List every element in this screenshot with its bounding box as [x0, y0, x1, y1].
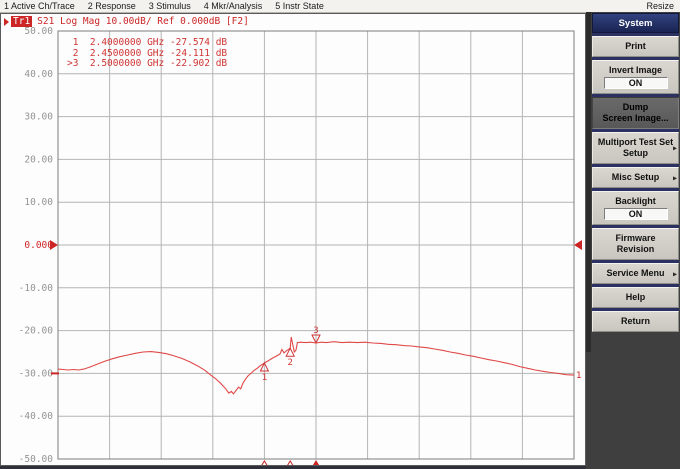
y-axis-label: -30.00 — [19, 368, 54, 379]
y-axis-label: -40.00 — [19, 411, 54, 422]
trace-format-text: S21 Log Mag 10.00dB/ Ref 0.000dB [F2] — [37, 16, 249, 27]
softkey-panel: System PrintInvert ImageONDumpScreen Ima… — [586, 12, 680, 469]
softkey-invert-image[interactable]: Invert ImageON — [592, 60, 679, 94]
trace-id-badge: Tr1 — [11, 16, 32, 27]
softkey-return[interactable]: Return — [592, 311, 679, 332]
menu-item-1[interactable]: 1 Active Ch/Trace — [4, 0, 75, 12]
ref-level-right-icon — [574, 240, 582, 250]
softkey-state-invert-image: ON — [604, 77, 668, 89]
y-axis-label: 10.00 — [24, 197, 53, 208]
softkey-dump-screen-image[interactable]: DumpScreen Image... — [592, 97, 679, 129]
menu-bar: 1 Active Ch/Trace 2 Response 3 Stimulus 4 M… — [0, 0, 680, 13]
trace-end-label: 1 — [576, 371, 581, 381]
trace-status-line: Tr1 S21 Log Mag 10.00dB/ Ref 0.000dB [F2… — [4, 15, 249, 28]
submenu-arrow-icon: ▸ — [673, 143, 677, 154]
menu-item-3[interactable]: 3 Stimulus — [149, 0, 191, 12]
softkey-label: Help — [595, 292, 676, 303]
softkey-label: Multiport Test Set — [595, 137, 676, 148]
softkey-print[interactable]: Print — [592, 36, 679, 57]
marker-readout-table: 1 2.4000000 GHz -27.574 dB 2 2.4500000 G… — [67, 38, 227, 70]
softkey-backlight[interactable]: BacklightON — [592, 191, 679, 225]
active-trace-arrow-icon — [4, 18, 9, 26]
softkey-misc-setup[interactable]: Misc Setup▸ — [592, 167, 679, 188]
trace-start-tick — [51, 372, 59, 374]
softkey-label: Screen Image... — [595, 113, 676, 124]
y-axis-label: 40.00 — [24, 69, 53, 80]
softkey-label: Dump — [595, 102, 676, 113]
panel-edge-notch — [586, 12, 591, 352]
marker-axis-indicator-2 — [285, 461, 295, 465]
softkey-label: Setup — [595, 148, 676, 159]
y-axis-label: 30.00 — [24, 112, 53, 123]
submenu-arrow-icon: ▸ — [673, 268, 677, 279]
y-axis-label: -20.00 — [19, 326, 54, 337]
analyzer-screen: 50.0040.0030.0020.0010.000.000-10.00-20.… — [0, 13, 586, 466]
softkey-menu-title: System — [592, 13, 679, 33]
marker-readout-row-3: >3 2.5000000 GHz -22.902 dB — [67, 59, 227, 70]
softkey-label: Return — [595, 316, 676, 327]
softkey-column: System PrintInvert ImageONDumpScreen Ima… — [592, 13, 679, 332]
marker-1-label: 1 — [262, 373, 267, 383]
marker-3-label: 3 — [313, 326, 318, 336]
menu-item-5[interactable]: 5 Instr State — [275, 0, 324, 12]
ref-level-left-icon — [50, 240, 58, 250]
softkey-multiport-test-set-setup[interactable]: Multiport Test SetSetup▸ — [592, 132, 679, 164]
softkey-service-menu[interactable]: Service Menu▸ — [592, 263, 679, 284]
softkey-label: Firmware — [595, 233, 676, 244]
y-axis-label: -50.00 — [19, 454, 54, 465]
y-axis-label: -10.00 — [19, 283, 54, 294]
softkey-label: Misc Setup — [595, 172, 676, 183]
marker-axis-indicator-3 — [311, 461, 321, 465]
marker-readout-row-1: 1 2.4000000 GHz -27.574 dB — [67, 38, 227, 49]
y-axis-label: 20.00 — [24, 154, 53, 165]
menu-item-2[interactable]: 2 Response — [88, 0, 136, 12]
softkey-firmware-revision[interactable]: FirmwareRevision — [592, 228, 679, 260]
softkey-label: Service Menu — [595, 268, 676, 279]
submenu-arrow-icon: ▸ — [673, 172, 677, 183]
y-axis-label: 0.000 — [24, 240, 53, 251]
graph-svg: 50.0040.0030.0020.0010.000.000-10.00-20.… — [1, 14, 585, 465]
resize-button[interactable]: Resize — [646, 0, 674, 12]
marker-2-icon — [286, 348, 294, 356]
softkey-label: Revision — [595, 244, 676, 255]
softkey-help[interactable]: Help — [592, 287, 679, 308]
softkey-label: Invert Image — [595, 65, 676, 76]
marker-axis-indicator-1 — [259, 461, 269, 465]
softkey-state-backlight: ON — [604, 208, 668, 220]
menu-item-4[interactable]: 4 Mkr/Analysis — [204, 0, 263, 12]
softkey-label: Print — [595, 41, 676, 52]
marker-2-label: 2 — [287, 358, 292, 368]
softkey-label: Backlight — [595, 196, 676, 207]
